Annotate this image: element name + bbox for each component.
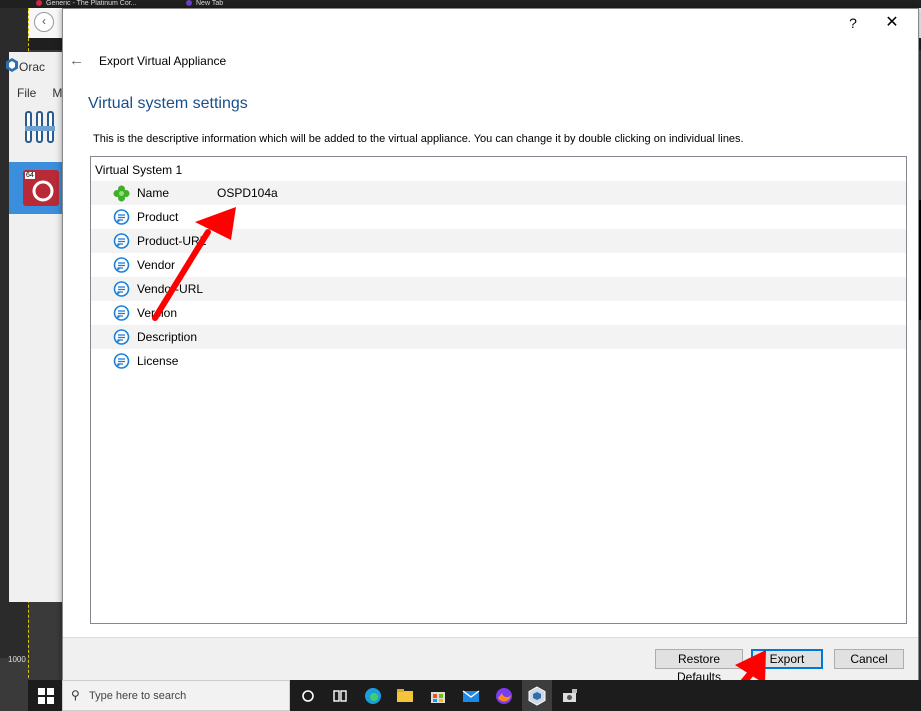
menu-machine[interactable]: M bbox=[52, 86, 62, 100]
tab-favicon-icon bbox=[36, 0, 42, 7]
restore-defaults-button[interactable]: Restore Defaults bbox=[655, 649, 743, 684]
dialog-title: Export Virtual Appliance bbox=[99, 54, 227, 68]
tree-row-vendor[interactable]: Vendor bbox=[91, 253, 906, 277]
browser-tab-label: New Tab bbox=[196, 0, 224, 7]
cancel-button[interactable]: Cancel bbox=[834, 649, 904, 669]
virtualbox-title: Orac bbox=[19, 60, 46, 74]
edge-icon[interactable] bbox=[361, 684, 385, 708]
tree-row-key: Product bbox=[137, 210, 179, 224]
virtual-system-settings-tree[interactable]: Virtual System 1 Name OSPD104a Product P… bbox=[90, 156, 907, 624]
search-icon: ⚲ bbox=[71, 688, 80, 702]
tree-row-product[interactable]: Product bbox=[91, 205, 906, 229]
tree-row-key: Description bbox=[137, 330, 198, 344]
vm-list-item-selected[interactable]: 64 bbox=[9, 162, 69, 214]
firefox-icon[interactable] bbox=[492, 684, 516, 708]
name-icon bbox=[113, 185, 130, 202]
page-heading: Virtual system settings bbox=[88, 95, 248, 112]
virtualbox-icon bbox=[528, 686, 546, 706]
dialog-button-bar: Restore Defaults Export Cancel bbox=[63, 637, 918, 684]
browser-tab-generic[interactable]: Generic - The Platinum Cor... bbox=[36, 0, 176, 8]
help-button[interactable]: ? bbox=[841, 13, 865, 33]
file-explorer-icon[interactable] bbox=[393, 684, 417, 708]
windows-start-icon[interactable] bbox=[38, 688, 54, 704]
menu-file[interactable]: File bbox=[17, 86, 36, 100]
speech-bubble-icon bbox=[113, 257, 130, 273]
windows-taskbar: ⚲ Type here to search bbox=[28, 680, 921, 711]
tree-row-key: Product-URL bbox=[137, 234, 207, 248]
back-arrow-icon[interactable]: ← bbox=[69, 52, 89, 70]
cortana-icon[interactable] bbox=[296, 684, 320, 708]
debian-icon: 64 bbox=[23, 170, 59, 206]
browser-back-icon[interactable]: ‹ bbox=[34, 12, 54, 32]
tab-favicon-icon bbox=[186, 0, 192, 7]
tree-root-label[interactable]: Virtual System 1 bbox=[95, 163, 182, 177]
tree-row-vendor-url[interactable]: Vendor-URL bbox=[91, 277, 906, 301]
export-virtual-appliance-dialog: ? ✕ ← Export Virtual Appliance Virtual s… bbox=[62, 8, 919, 684]
speech-bubble-icon bbox=[113, 353, 130, 369]
export-button[interactable]: Export bbox=[751, 649, 823, 669]
search-placeholder: Type here to search bbox=[89, 690, 187, 702]
virtualbox-taskbar-item[interactable] bbox=[522, 680, 552, 711]
tree-row-key: License bbox=[137, 354, 179, 368]
vertical-ruler-label: 1000 bbox=[8, 655, 26, 664]
tree-row-product-url[interactable]: Product-URL bbox=[91, 229, 906, 253]
speech-bubble-icon bbox=[113, 305, 130, 321]
mail-icon[interactable] bbox=[459, 684, 483, 708]
snip-icon[interactable] bbox=[558, 684, 582, 708]
browser-tab-new[interactable]: New Tab bbox=[186, 0, 326, 8]
speech-bubble-icon bbox=[113, 329, 130, 345]
virtualbox-manager-window: Orac File M 64 bbox=[6, 52, 70, 602]
page-description: This is the descriptive information whic… bbox=[93, 133, 744, 145]
speech-bubble-icon bbox=[113, 209, 130, 225]
browser-tab-label: Generic - The Platinum Cor... bbox=[46, 0, 137, 7]
browser-tab-bar: Generic - The Platinum Cor... New Tab bbox=[0, 0, 921, 8]
tree-row-value[interactable]: OSPD104a bbox=[217, 186, 278, 200]
store-icon[interactable] bbox=[426, 684, 450, 708]
speech-bubble-icon bbox=[113, 281, 130, 297]
speech-bubble-icon bbox=[113, 233, 130, 249]
tree-row-key: Version bbox=[137, 306, 178, 320]
tree-row-key: Vendor bbox=[137, 258, 176, 272]
close-button[interactable]: ✕ bbox=[879, 13, 905, 33]
tree-row-key: Name bbox=[137, 186, 170, 200]
task-view-icon[interactable] bbox=[328, 684, 352, 708]
tree-row-description[interactable]: Description bbox=[91, 325, 906, 349]
tree-row-name[interactable]: Name OSPD104a bbox=[91, 181, 906, 205]
tree-row-key: Vendor-URL bbox=[137, 282, 204, 296]
taskbar-search-box[interactable]: ⚲ Type here to search bbox=[62, 680, 290, 711]
tools-icon[interactable] bbox=[23, 108, 57, 146]
virtualbox-icon bbox=[6, 58, 18, 72]
tree-row-version[interactable]: Version bbox=[91, 301, 906, 325]
tree-row-license[interactable]: License bbox=[91, 349, 906, 373]
